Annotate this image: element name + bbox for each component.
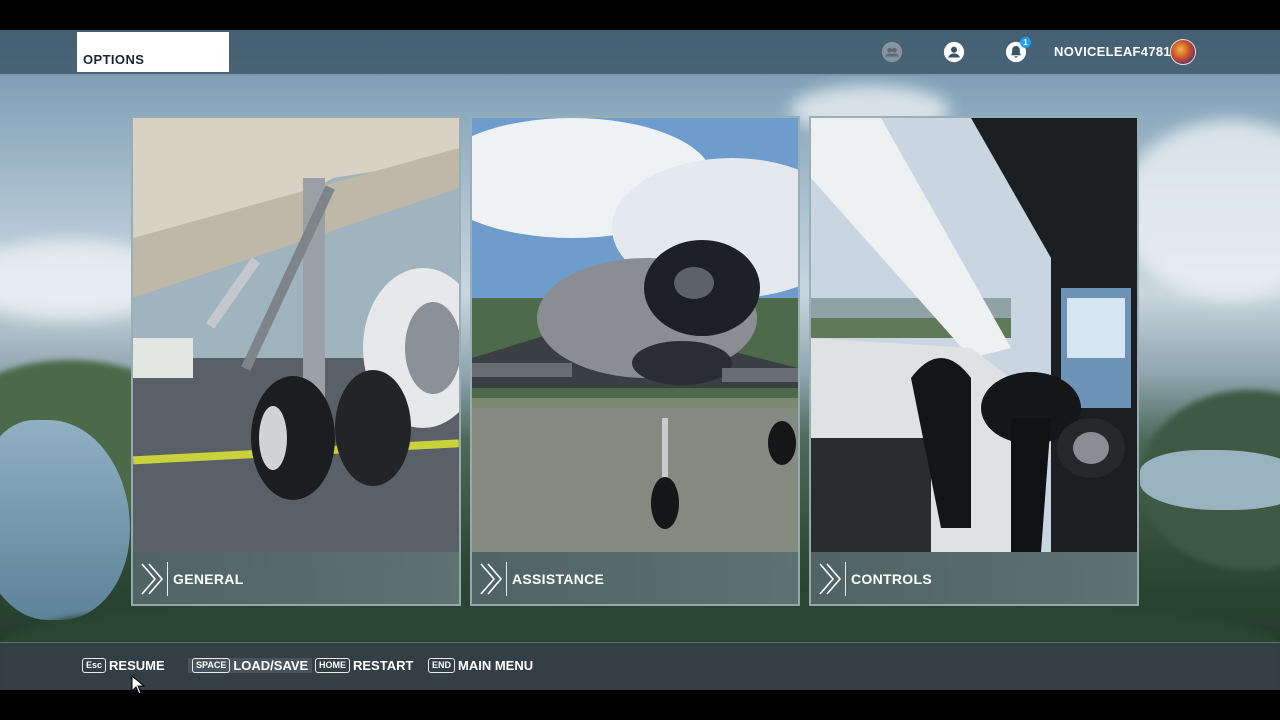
mouse-cursor-icon <box>131 675 146 695</box>
controls-label-bar: CONTROLS <box>811 552 1137 604</box>
controls-card[interactable]: CONTROLS <box>809 116 1139 606</box>
cockpit-image <box>811 118 1137 552</box>
username[interactable]: NOVICELEAF4781 <box>1054 44 1171 59</box>
profile-icon[interactable] <box>942 40 966 64</box>
notification-count-badge: 1 <box>1020 37 1031 48</box>
divider <box>167 562 168 596</box>
notifications-icon[interactable]: 1 <box>1004 37 1031 64</box>
chevron-right-icon <box>141 563 164 595</box>
chevron-right-icon <box>819 563 842 595</box>
restart-label: RESTART <box>353 658 414 673</box>
main-menu-button[interactable]: END MAIN MENU <box>428 658 533 673</box>
space-key-hint: SPACE <box>192 658 231 673</box>
friends-icon[interactable] <box>880 40 904 64</box>
avatar[interactable] <box>1170 39 1196 65</box>
load-save-button[interactable]: SPACE LOAD/SAVE <box>188 658 313 673</box>
assistance-label-bar: ASSISTANCE <box>472 552 798 604</box>
general-label-bar: GENERAL <box>133 552 459 604</box>
top-bar: OPTIONS 1 NOVICELEAF4781 <box>0 30 1280 76</box>
restart-button[interactable]: HOME RESTART <box>315 658 413 673</box>
esc-key-hint: Esc <box>82 658 107 673</box>
assistance-card[interactable]: ASSISTANCE <box>470 116 800 606</box>
propeller-plane-image <box>472 118 798 552</box>
resume-button[interactable]: Esc RESUME <box>82 658 165 673</box>
general-label: GENERAL <box>173 571 244 587</box>
page-title-tab[interactable]: OPTIONS <box>77 32 229 72</box>
landing-gear-image <box>133 118 459 552</box>
divider <box>845 562 846 596</box>
assistance-label: ASSISTANCE <box>512 571 605 587</box>
main-menu-label: MAIN MENU <box>458 658 534 673</box>
home-key-hint: HOME <box>315 658 350 673</box>
load-save-label: LOAD/SAVE <box>233 658 309 673</box>
chevron-right-icon <box>480 563 503 595</box>
resume-label: RESUME <box>109 658 165 673</box>
end-key-hint: END <box>428 658 456 673</box>
bottom-action-bar: Esc RESUME SPACE LOAD/SAVE HOME RESTART … <box>0 642 1280 690</box>
divider <box>506 562 507 596</box>
controls-label: CONTROLS <box>851 571 932 587</box>
general-card[interactable]: GENERAL <box>131 116 461 606</box>
